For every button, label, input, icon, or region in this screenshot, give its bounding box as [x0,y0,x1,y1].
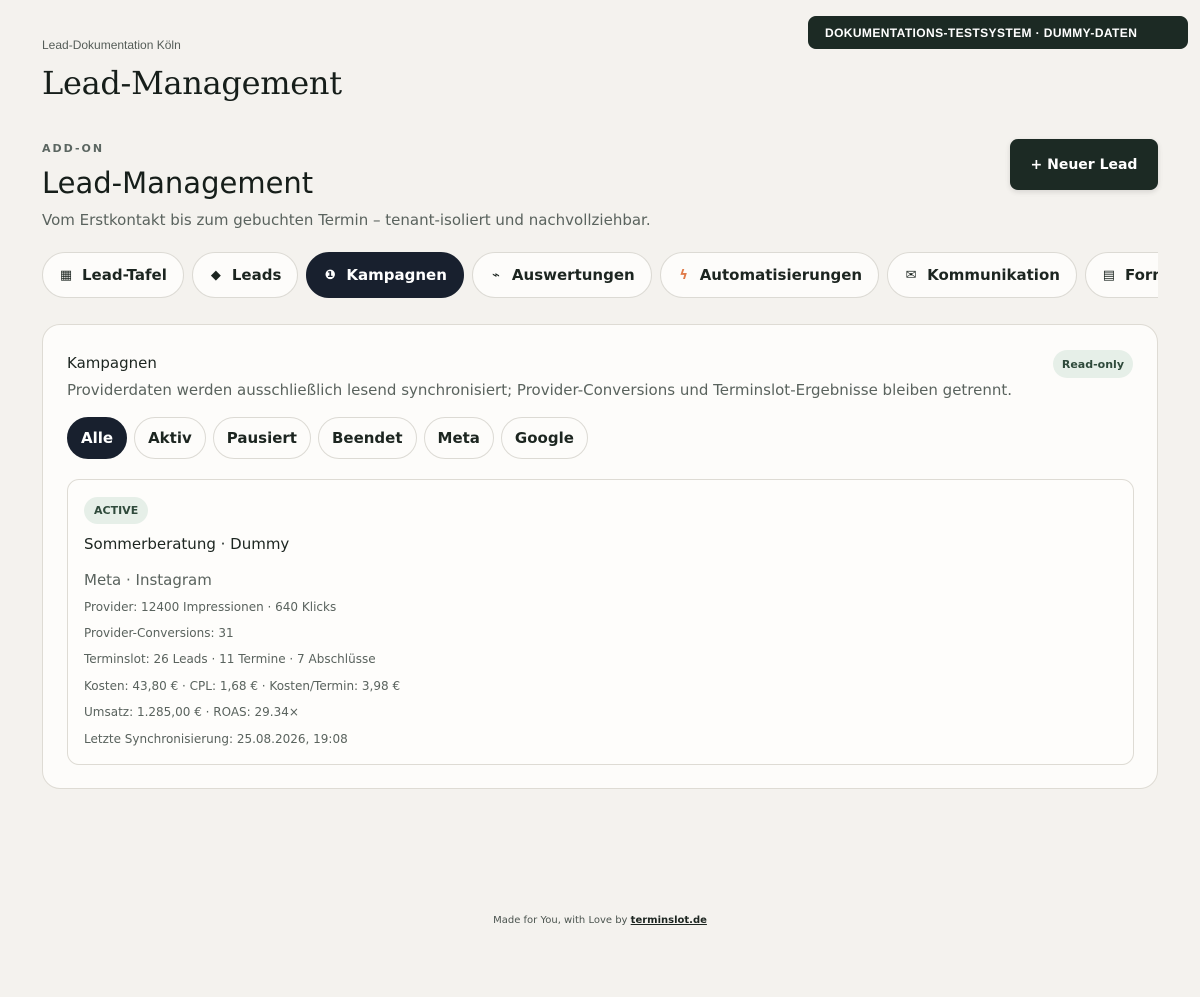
section-eyebrow: ADD-ON [42,142,105,155]
tab-label: Auswertungen [511,266,635,284]
campaign-name: Sommerberatung · Dummy [84,535,290,553]
footer: Made for You, with Love by terminslot.de [0,915,1200,926]
tab-formulare[interactable]: ▤ Formulare [1084,252,1158,298]
filter-beendet[interactable]: Beendet [317,417,417,459]
new-lead-button[interactable]: + Neuer Lead [1010,139,1158,190]
provider-conversions: Provider-Conversions: 31 [84,626,234,640]
page-title: Lead-Management [42,64,342,102]
revenue-stats: Umsatz: 1.285,00 € · ROAS: 29.34× [84,705,299,719]
campaign-channel: Meta · Instagram [84,571,212,589]
section-title: Lead-Management [42,166,314,200]
filter-group: Alle Aktiv Pausiert Beendet Meta Google [67,417,588,459]
filter-meta[interactable]: Meta [423,417,494,459]
tab-automatisierungen[interactable]: ϟ Automatisierungen [659,252,880,298]
tab-leads[interactable]: ◆ Leads [191,252,299,298]
diamond-icon: ◆ [210,267,221,283]
tab-label: Lead-Tafel [82,266,167,284]
provider-stats: Provider: 12400 Impressionen · 640 Klick… [84,600,337,614]
card-description: Providerdaten werden ausschließlich lese… [67,381,1013,399]
filter-alle[interactable]: Alle [67,417,128,459]
footer-link[interactable]: terminslot.de [631,915,707,926]
card-title: Kampagnen [67,354,157,372]
tab-kampagnen[interactable]: ❶ Kampagnen [306,252,464,298]
tab-label: Leads [231,266,282,284]
tab-label: Kommunikation [927,266,1060,284]
terminslot-stats: Terminslot: 26 Leads · 11 Termine · 7 Ab… [84,652,376,666]
footer-text: Made for You, with Love by [493,915,628,926]
tab-label: Kampagnen [346,266,447,284]
campaigns-card: Kampagnen Providerdaten werden ausschlie… [42,324,1158,789]
mail-icon: ✉ [905,267,917,283]
breadcrumb: Lead-Dokumentation Köln [42,38,181,52]
tab-bar: ▦ Lead-Tafel ◆ Leads ❶ Kampagnen ⌁ Auswe… [42,252,1158,298]
grid-icon: ▦ [59,267,73,283]
environment-banner: DOKUMENTATIONS-TESTSYSTEM · DUMMY-DATEN [808,16,1188,49]
tab-label: Formulare [1124,266,1158,284]
filter-pausiert[interactable]: Pausiert [212,417,311,459]
tab-lead-tafel[interactable]: ▦ Lead-Tafel [42,252,184,298]
cost-stats: Kosten: 43,80 € · CPL: 1,68 € · Kosten/T… [84,679,401,693]
bolt-icon: ϟ [679,267,688,283]
tab-kommunikation[interactable]: ✉ Kommunikation [887,252,1077,298]
section-description: Vom Erstkontakt bis zum gebuchten Termin… [42,211,651,229]
read-only-badge: Read-only [1052,350,1133,378]
form-icon: ▤ [1102,267,1116,283]
tab-auswertungen[interactable]: ⌁ Auswertungen [471,252,652,298]
trend-icon: ⌁ [492,267,500,283]
tab-label: Automatisierungen [699,266,863,284]
status-badge: ACTIVE [84,497,149,524]
filter-aktiv[interactable]: Aktiv [134,417,206,459]
info-circle-icon: ❶ [324,267,336,283]
campaign-item[interactable]: ACTIVE Sommerberatung · Dummy Meta · Ins… [67,479,1134,765]
filter-google[interactable]: Google [500,417,588,459]
last-sync: Letzte Synchronisierung: 25.08.2026, 19:… [84,732,348,746]
